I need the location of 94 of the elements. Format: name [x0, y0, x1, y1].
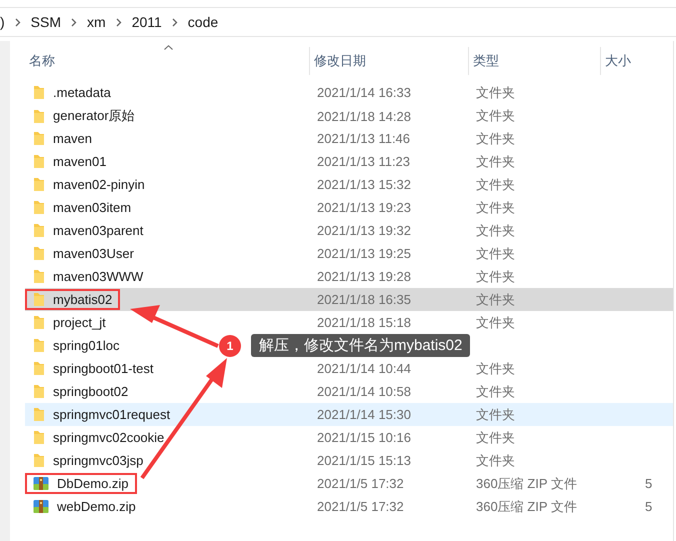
file-name: maven03WWW — [53, 269, 144, 284]
folder-icon — [33, 154, 45, 169]
folder-icon — [33, 361, 45, 376]
column-header[interactable]: 类型 — [469, 47, 601, 75]
file-type: 文件夹 — [476, 200, 515, 214]
file-type: 文件夹 — [476, 130, 515, 146]
chevron-icon — [14, 18, 21, 26]
file-row[interactable]: mybatis02 2021/1/18 16:35 文件夹 — [25, 288, 673, 311]
modified-date: 2021/1/5 17:32 — [317, 476, 404, 491]
column-header[interactable]: 大小 — [601, 47, 658, 75]
modified-date: 2021/1/13 19:23 — [317, 200, 411, 215]
folder-icon — [33, 200, 45, 215]
file-size: 5 — [645, 476, 652, 491]
folder-icon — [33, 269, 45, 284]
modified-date: 2021/1/13 15:32 — [317, 177, 411, 192]
file-type: 360压缩 ZIP 文件 — [476, 498, 577, 514]
file-type: 文件夹 — [476, 222, 515, 238]
file-name: maven03item — [53, 200, 132, 215]
modified-date: 2021/1/18 16:35 — [317, 292, 411, 307]
folder-icon — [33, 85, 45, 100]
file-type: 文件夹 — [476, 176, 515, 192]
modified-date: 2021/1/13 11:23 — [317, 154, 410, 169]
breadcrumb-item[interactable]: 2011 — [132, 14, 162, 30]
chevron-icon — [172, 18, 178, 26]
file-name: maven01 — [53, 154, 106, 169]
file-name: .metadata — [53, 85, 111, 100]
modified-date: 2021/1/14 10:44 — [317, 361, 411, 376]
file-size: 5 — [645, 499, 652, 514]
modified-date: 2021/1/14 15:30 — [317, 407, 411, 422]
file-name: webDemo.zip — [57, 499, 136, 514]
folder-icon — [33, 453, 45, 468]
chevron-icon — [116, 18, 122, 26]
file-name: springboot02 — [53, 384, 128, 399]
folder-icon — [33, 131, 45, 146]
file-name: springmvc01request — [53, 407, 170, 422]
file-name: project_jt — [53, 315, 106, 330]
file-name: mybatis02 — [53, 292, 112, 307]
folder-icon — [33, 315, 45, 330]
modified-date: 2021/1/18 15:18 — [317, 315, 411, 330]
file-type: 文件夹 — [476, 154, 515, 168]
folder-icon — [33, 108, 45, 124]
step-badge: 1 — [219, 334, 241, 356]
folder-icon — [33, 407, 45, 422]
file-name: maven03User — [53, 246, 134, 261]
modified-date: 2021/1/15 10:16 — [317, 430, 411, 445]
modified-date: 2021/1/13 19:25 — [317, 246, 411, 261]
modified-date: 2021/1/13 19:28 — [317, 269, 411, 284]
breadcrumb-item[interactable]: code — [188, 14, 218, 30]
file-type: 文件夹 — [476, 268, 515, 284]
folder-icon — [33, 177, 45, 192]
file-type: 文件夹 — [476, 360, 515, 376]
breadcrumb-item[interactable]: ) — [0, 14, 5, 30]
file-type: 文件夹 — [476, 384, 515, 398]
file-name: maven03parent — [53, 223, 144, 238]
file-type: 360压缩 ZIP 文件 — [476, 476, 577, 490]
file-type: 文件夹 — [476, 452, 515, 468]
file-row[interactable]: springmvc01request 2021/1/14 15:30 文件夹 — [25, 403, 673, 426]
folder-icon — [33, 223, 45, 238]
archive-icon — [33, 499, 49, 514]
modified-date: 2021/1/18 14:28 — [317, 108, 411, 124]
file-type: 文件夹 — [476, 314, 515, 330]
modified-date: 2021/1/13 19:32 — [317, 223, 411, 238]
folder-icon — [33, 292, 45, 307]
file-name: DbDemo.zip — [57, 476, 129, 491]
file-type: 文件夹 — [476, 406, 515, 422]
modified-date: 2021/1/15 15:13 — [317, 453, 411, 468]
modified-date: 2021/1/14 10:58 — [317, 384, 411, 399]
chevron-icon — [71, 18, 78, 26]
sort-caret-icon — [164, 45, 173, 50]
file-name: springmvc03jsp — [53, 453, 144, 468]
file-type: 文件夹 — [476, 108, 515, 123]
folder-icon — [33, 246, 45, 261]
file-type: 文件夹 — [476, 246, 515, 260]
folder-icon — [33, 338, 45, 353]
file-type: 文件夹 — [476, 430, 515, 444]
callout-tooltip: 解压，修改文件名为mybatis02 — [251, 334, 470, 357]
archive-icon — [33, 476, 49, 491]
file-name: springboot01-test — [53, 361, 154, 376]
file-type: 文件夹 — [476, 84, 515, 100]
folder-icon — [33, 384, 45, 399]
file-name: springmvc02cookie — [53, 430, 164, 445]
breadcrumb-item[interactable]: SSM — [30, 14, 62, 30]
file-type: 文件夹 — [476, 292, 515, 306]
column-header[interactable]: 修改日期 — [310, 47, 469, 75]
file-name: maven02-pinyin — [53, 177, 145, 192]
modified-date: 2021/1/14 16:33 — [317, 85, 411, 100]
modified-date: 2021/1/13 11:46 — [317, 131, 410, 146]
breadcrumb-item[interactable]: xm — [87, 14, 106, 30]
column-header[interactable]: 名称 — [25, 47, 310, 75]
folder-icon — [33, 430, 45, 445]
file-name: maven — [53, 131, 92, 146]
file-name: spring01loc — [53, 338, 120, 353]
modified-date: 2021/1/5 17:32 — [317, 499, 404, 514]
file-name: generator原始 — [53, 107, 135, 125]
